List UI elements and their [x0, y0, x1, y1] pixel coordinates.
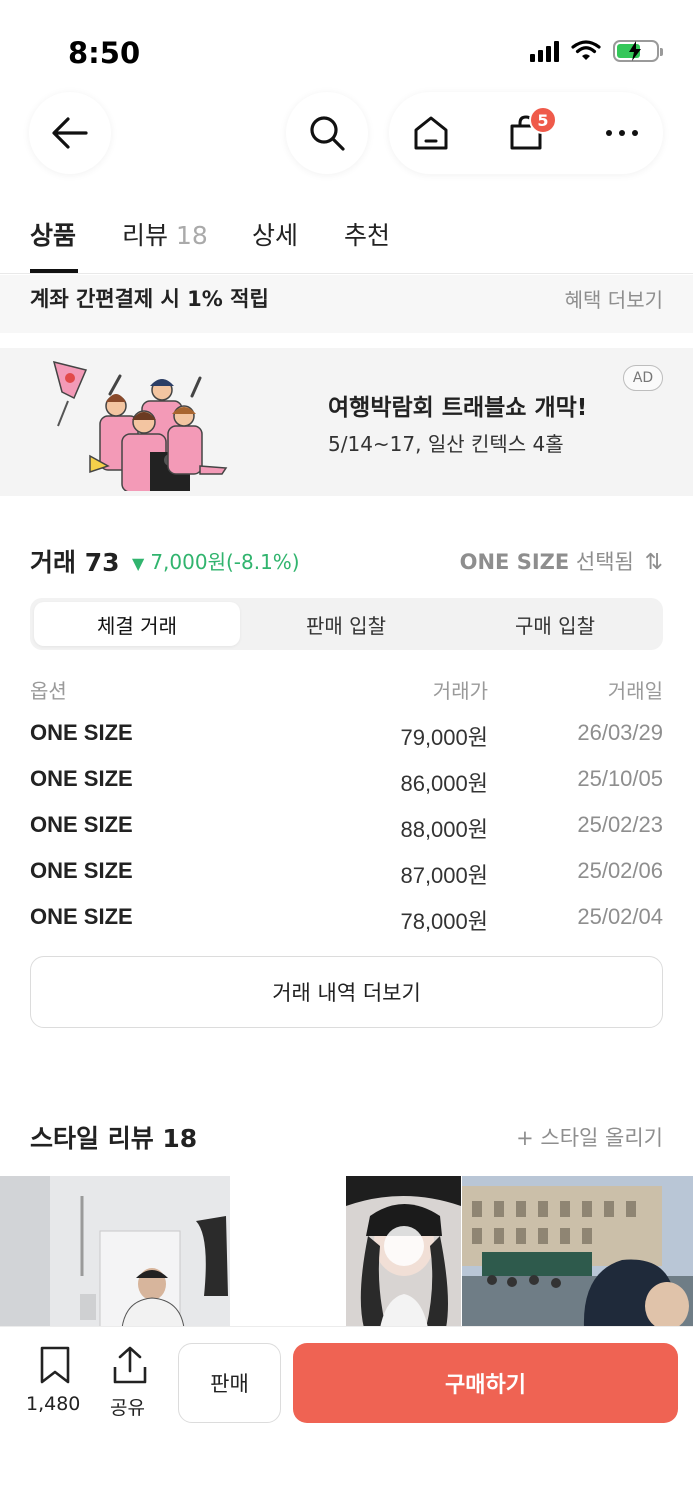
tab-reviews-count: 18: [175, 221, 208, 250]
status-icons: [530, 40, 663, 62]
row-price: 79,000원: [400, 725, 488, 750]
more-dots-icon: [606, 130, 638, 136]
segment-completed-trades[interactable]: 체결 거래: [34, 602, 240, 646]
trade-type-segmented-control: 체결 거래 판매 입찰 구매 입찰: [30, 598, 663, 650]
row-option: ONE SIZE: [30, 858, 133, 883]
table-row: ONE SIZE 86,000원 25/10/05: [0, 766, 693, 812]
back-arrow-icon: [52, 117, 88, 149]
column-header-option: 옵션: [30, 679, 67, 703]
style-photo[interactable]: [346, 1176, 461, 1328]
ad-label: AD: [623, 365, 663, 391]
size-selector[interactable]: ONE SIZE 선택됨 ⇅: [460, 546, 663, 576]
benefit-row: 계좌 간편결제 시 1% 적립 혜택 더보기: [0, 275, 693, 333]
active-tab-indicator: [30, 269, 78, 273]
share-button[interactable]: [112, 1345, 148, 1389]
ad-subtitle: 5/14~17, 일산 킨텍스 4홀: [328, 432, 564, 456]
segment-sell-bids[interactable]: 판매 입찰: [243, 602, 449, 646]
row-option: ONE SIZE: [30, 766, 133, 791]
style-review-photos: [0, 1176, 693, 1328]
selected-size: ONE SIZE: [459, 550, 570, 574]
row-price: 78,000원: [400, 909, 488, 934]
row-option: ONE SIZE: [30, 812, 133, 837]
row-option: ONE SIZE: [30, 904, 133, 929]
nav-actions-group: [389, 92, 663, 174]
table-row: ONE SIZE 87,000원 25/02/06: [0, 858, 693, 904]
style-photo[interactable]: [0, 1176, 230, 1328]
ad-banner[interactable]: 여행박람회 트래블쇼 개막! 5/14~17, 일산 킨텍스 4홀 AD: [0, 348, 693, 496]
travel-show-illustration: [52, 360, 228, 491]
search-icon: [310, 116, 345, 151]
ad-title: 여행박람회 트래블쇼 개막!: [328, 395, 588, 421]
tab-recommend[interactable]: 추천: [344, 216, 390, 252]
sell-button[interactable]: 판매: [178, 1343, 281, 1423]
bottom-action-bar: 1,480 공유 판매 구매하기: [0, 1326, 693, 1500]
wifi-icon: [571, 40, 601, 60]
view-more-trades-button[interactable]: 거래 내역 더보기: [30, 956, 663, 1028]
trades-title: 거래 73: [30, 548, 120, 577]
benefit-text: 계좌 간편결제 시 1% 적립: [30, 287, 269, 311]
table-row: ONE SIZE 88,000원 25/02/23: [0, 812, 693, 858]
tab-product[interactable]: 상품: [30, 216, 76, 252]
column-header-date: 거래일: [607, 679, 663, 703]
upload-style-link[interactable]: + 스타일 올리기: [516, 1122, 663, 1152]
status-bar: 8:50: [0, 0, 693, 90]
home-button[interactable]: [411, 113, 451, 153]
search-button[interactable]: [286, 92, 368, 174]
down-triangle-icon: ▼: [132, 554, 145, 573]
bookmark-count: 1,480: [26, 1393, 81, 1415]
table-row: ONE SIZE 78,000원 25/02/04: [0, 904, 693, 950]
benefit-more-link[interactable]: 혜택 더보기: [565, 284, 663, 313]
share-icon: [113, 1346, 147, 1384]
style-reviews-title: 스타일 리뷰 18: [30, 1124, 198, 1153]
row-price: 87,000원: [400, 863, 488, 888]
share-label: 공유: [110, 1397, 145, 1419]
bookmark-icon: [40, 1346, 70, 1384]
more-options-button[interactable]: [602, 113, 642, 153]
tab-reviews[interactable]: 리뷰 18: [122, 216, 208, 252]
price-change: ▼ 7,000원(-8.1%): [132, 550, 300, 574]
segment-buy-bids[interactable]: 구매 입찰: [452, 602, 658, 646]
status-time: 8:50: [68, 36, 141, 70]
row-date: 25/02/23: [577, 812, 663, 837]
product-tabs: 상품 리뷰 18 상세 추천: [0, 212, 693, 274]
row-date: 26/03/29: [577, 720, 663, 745]
row-date: 25/10/05: [577, 766, 663, 791]
sort-arrows-icon: ⇅: [644, 550, 663, 575]
table-row: ONE SIZE 79,000원 26/03/29: [0, 720, 693, 766]
row-price: 86,000원: [400, 771, 488, 796]
row-option: ONE SIZE: [30, 720, 133, 745]
buy-button[interactable]: 구매하기: [293, 1343, 678, 1423]
bookmark-button[interactable]: [38, 1345, 72, 1389]
column-header-price: 거래가: [432, 679, 488, 703]
cellular-signal-icon: [530, 40, 559, 62]
tab-detail[interactable]: 상세: [252, 216, 298, 252]
row-date: 25/02/04: [577, 904, 663, 929]
style-photo[interactable]: [462, 1176, 693, 1328]
row-price: 88,000원: [400, 817, 488, 842]
back-button[interactable]: [29, 92, 111, 174]
selected-size-suffix: 선택됨: [575, 550, 634, 574]
cart-count-badge: 5: [529, 106, 557, 134]
battery-icon: [613, 40, 663, 62]
home-icon: [414, 116, 448, 150]
row-date: 25/02/06: [577, 858, 663, 883]
